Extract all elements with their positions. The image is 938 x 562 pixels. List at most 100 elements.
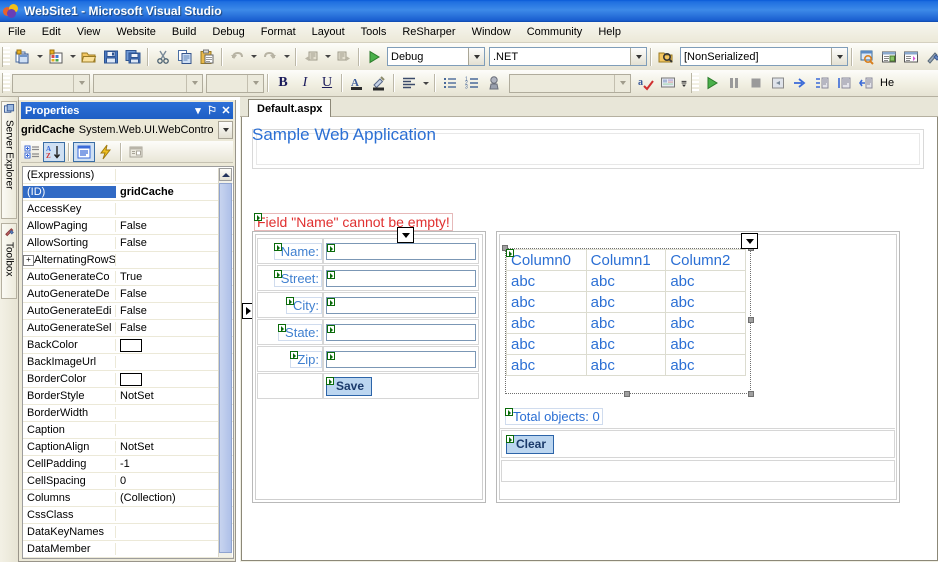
bullet-list-icon[interactable] bbox=[439, 72, 461, 94]
menu-item-tools[interactable]: Tools bbox=[353, 24, 395, 40]
gridview-cache[interactable]: Column0 Column1 Column2 abc abc abc abc abc abc… bbox=[506, 249, 746, 389]
alphabetical-icon[interactable]: A Z bbox=[43, 141, 65, 162]
font-name-combo[interactable] bbox=[93, 73, 203, 93]
property-row[interactable]: (Expressions) bbox=[23, 167, 233, 184]
menu-item-layout[interactable]: Layout bbox=[304, 24, 353, 40]
scrollbar-thumb[interactable] bbox=[219, 183, 232, 553]
menu-item-debug[interactable]: Debug bbox=[204, 24, 252, 40]
property-row[interactable]: Caption bbox=[23, 422, 233, 439]
design-surface[interactable]: Sample Web Application Field "Name" cann… bbox=[241, 117, 938, 561]
redo-dropdown-icon[interactable] bbox=[281, 46, 292, 68]
smart-tag-icon[interactable] bbox=[278, 323, 287, 332]
property-value[interactable] bbox=[116, 372, 233, 386]
property-row[interactable]: + AlternatingRowSt bbox=[23, 252, 233, 269]
properties-window-icon[interactable] bbox=[878, 46, 900, 68]
numbered-list-icon[interactable]: 1 2 3 bbox=[461, 72, 483, 94]
smart-tag-icon[interactable] bbox=[327, 270, 335, 279]
menu-item-website[interactable]: Website bbox=[108, 24, 164, 40]
menu-item-view[interactable]: View bbox=[69, 24, 109, 40]
configuration-combo[interactable]: Debug bbox=[387, 47, 485, 66]
property-value[interactable]: False bbox=[116, 305, 233, 317]
smart-tag-icon[interactable] bbox=[326, 376, 334, 385]
property-pages-icon[interactable] bbox=[125, 142, 147, 162]
properties-icon[interactable] bbox=[73, 141, 95, 162]
property-row[interactable]: AutoGenerateSel False bbox=[23, 320, 233, 337]
textbox-street[interactable] bbox=[326, 269, 476, 287]
restart-icon[interactable] bbox=[767, 72, 789, 94]
property-value[interactable]: False bbox=[116, 322, 233, 334]
navigate-backward-dropdown-icon[interactable] bbox=[322, 46, 333, 68]
chevron-down-icon[interactable] bbox=[614, 74, 630, 92]
color-swatch[interactable] bbox=[120, 338, 142, 352]
style-sheet-icon[interactable] bbox=[657, 72, 679, 94]
chevron-down-icon[interactable] bbox=[831, 48, 847, 65]
smart-tag-icon[interactable] bbox=[327, 243, 335, 252]
property-row[interactable]: (ID) gridCache bbox=[23, 184, 233, 201]
hyperlink-icon[interactable] bbox=[483, 72, 505, 94]
start-debug-icon[interactable] bbox=[363, 46, 385, 68]
chevron-down-icon[interactable] bbox=[186, 74, 202, 92]
toolbar-grip[interactable] bbox=[691, 73, 699, 93]
open-file-icon[interactable] bbox=[78, 46, 100, 68]
platform-combo[interactable]: .NET bbox=[489, 47, 647, 66]
property-row[interactable]: AccessKey bbox=[23, 201, 233, 218]
redo-icon[interactable] bbox=[259, 46, 281, 68]
undo-icon[interactable] bbox=[226, 46, 248, 68]
smart-tag-icon[interactable] bbox=[286, 296, 294, 305]
property-value[interactable]: gridCache bbox=[116, 186, 233, 198]
property-row[interactable]: DataMember bbox=[23, 541, 233, 558]
menu-item-resharper[interactable]: ReSharper bbox=[394, 24, 463, 40]
block-format-combo[interactable] bbox=[12, 73, 90, 93]
navigate-backward-icon[interactable] bbox=[300, 46, 322, 68]
menu-item-build[interactable]: Build bbox=[164, 24, 204, 40]
smart-tag-icon[interactable] bbox=[506, 434, 514, 443]
navigate-forward-icon[interactable] bbox=[333, 46, 355, 68]
save-icon[interactable] bbox=[100, 46, 122, 68]
underline-button[interactable]: U bbox=[316, 72, 338, 94]
toolbox-icon[interactable] bbox=[922, 46, 938, 68]
chevron-down-icon[interactable] bbox=[218, 121, 233, 139]
color-swatch[interactable] bbox=[120, 372, 142, 386]
new-website-icon[interactable] bbox=[45, 46, 67, 68]
property-row[interactable]: CellSpacing 0 bbox=[23, 473, 233, 490]
sidebar-item-server-explorer[interactable]: Server Explorer bbox=[1, 101, 17, 219]
font-size-combo[interactable] bbox=[206, 73, 264, 93]
chevron-down-icon[interactable] bbox=[247, 74, 263, 92]
smart-tag-icon[interactable] bbox=[505, 408, 513, 416]
property-row[interactable]: AutoGenerateEdi False bbox=[23, 303, 233, 320]
panel-close-icon[interactable]: ✕ bbox=[219, 104, 233, 118]
undo-dropdown-icon[interactable] bbox=[248, 46, 259, 68]
chevron-down-icon[interactable] bbox=[468, 48, 484, 65]
smart-tag-icon[interactable] bbox=[290, 350, 299, 359]
clear-button[interactable]: Clear bbox=[506, 434, 555, 454]
scroll-up-button[interactable] bbox=[219, 168, 232, 181]
textbox-zip[interactable] bbox=[326, 350, 476, 368]
smart-tag-icon[interactable] bbox=[506, 249, 514, 257]
pause-icon[interactable] bbox=[723, 72, 745, 94]
menu-item-format[interactable]: Format bbox=[253, 24, 304, 40]
step-out-icon[interactable] bbox=[855, 72, 877, 94]
menu-item-file[interactable]: File bbox=[0, 24, 34, 40]
property-value[interactable]: NotSet bbox=[116, 390, 233, 402]
properties-scrollbar[interactable] bbox=[218, 168, 232, 557]
property-row[interactable]: AutoGenerateDe False bbox=[23, 286, 233, 303]
property-row[interactable]: AllowPaging False bbox=[23, 218, 233, 235]
copy-icon[interactable] bbox=[174, 46, 196, 68]
toolbar-grip[interactable] bbox=[2, 73, 10, 93]
gridview-selection-frame[interactable]: Column0 Column1 Column2 abc abc abc abc abc abc… bbox=[502, 233, 758, 397]
expand-icon[interactable]: + bbox=[23, 255, 34, 266]
property-row[interactable]: BorderColor bbox=[23, 371, 233, 388]
resize-handle[interactable] bbox=[748, 317, 754, 323]
sidebar-item-toolbox[interactable]: Toolbox bbox=[1, 223, 17, 299]
stop-icon[interactable] bbox=[745, 72, 767, 94]
smart-tag-icon[interactable] bbox=[327, 324, 335, 333]
events-icon[interactable] bbox=[95, 142, 117, 162]
background-color-icon[interactable] bbox=[368, 72, 390, 94]
property-value[interactable]: False bbox=[116, 220, 233, 232]
find-in-files-icon[interactable] bbox=[655, 46, 677, 68]
property-value[interactable]: -1 bbox=[116, 458, 233, 470]
categorized-icon[interactable] bbox=[21, 142, 43, 162]
textbox-name[interactable] bbox=[326, 242, 476, 260]
find-combo[interactable]: [NonSerialized] bbox=[680, 47, 848, 66]
new-project-dropdown-icon[interactable] bbox=[34, 46, 45, 68]
